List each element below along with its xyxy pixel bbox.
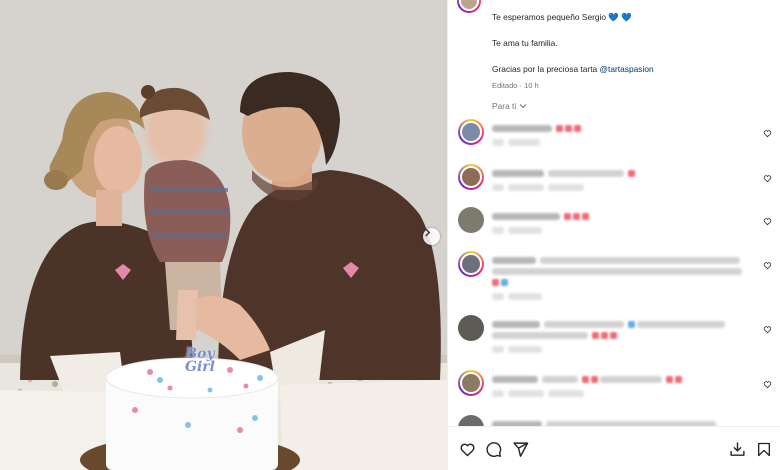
commenter-avatar[interactable] [458,119,484,145]
photo-illustration [0,0,447,470]
commenter-avatar[interactable] [458,251,484,277]
carousel-next-button[interactable] [423,228,440,245]
comment-item [448,251,780,315]
post-side-panel: Te esperamos pequeño Sergio 💙 💙 Te ama t… [447,0,780,470]
author-avatar[interactable] [457,0,481,13]
comment-like-icon[interactable] [763,174,772,183]
comment-list [448,119,780,455]
comment-like-icon[interactable] [763,129,772,138]
chevron-down-icon [519,104,527,109]
commenter-avatar[interactable] [458,164,484,190]
commenter-avatar[interactable] [458,315,484,341]
commenter-avatar[interactable] [458,207,484,233]
post-action-bar [448,426,780,470]
caption-line-2: Te ama tu familia. [492,38,558,48]
cake-topper-text: Boy Girl [185,346,215,375]
comment-item [448,315,780,370]
blurred-reply-link[interactable] [508,139,540,147]
comment-like-icon[interactable] [763,325,772,334]
blurred-username [492,125,552,133]
comment-item [448,119,780,164]
post-photo[interactable]: Boy Girl [0,0,447,470]
comment-item [448,164,780,207]
chevron-right-icon [425,228,431,237]
mention-link[interactable]: @tartaspasion [600,64,654,74]
like-icon[interactable] [459,441,476,458]
sort-label: Para ti [492,101,517,111]
comment-sort-dropdown[interactable]: Para ti [492,101,527,111]
comment-icon[interactable] [485,441,502,458]
caption-line-1: Te esperamos pequeño Sergio 💙 💙 [492,12,632,22]
comment-like-icon[interactable] [763,261,772,270]
share-icon[interactable] [512,441,529,458]
comment-item [448,207,780,251]
save-icon[interactable] [756,441,772,458]
post-caption: Te esperamos pequeño Sergio 💙 💙 Te ama t… [492,12,772,91]
comment-like-icon[interactable] [763,217,772,226]
comment-like-icon[interactable] [763,380,772,389]
comment-item [448,370,780,415]
edited-timestamp: Editado · 10 h [492,81,539,90]
blue-heart-emoji: 💙 💙 [608,12,632,22]
commenter-avatar[interactable] [458,370,484,396]
caption-line-3: Gracias por la preciosa tarta @tartaspas… [492,64,654,74]
repost-icon[interactable] [729,441,746,458]
